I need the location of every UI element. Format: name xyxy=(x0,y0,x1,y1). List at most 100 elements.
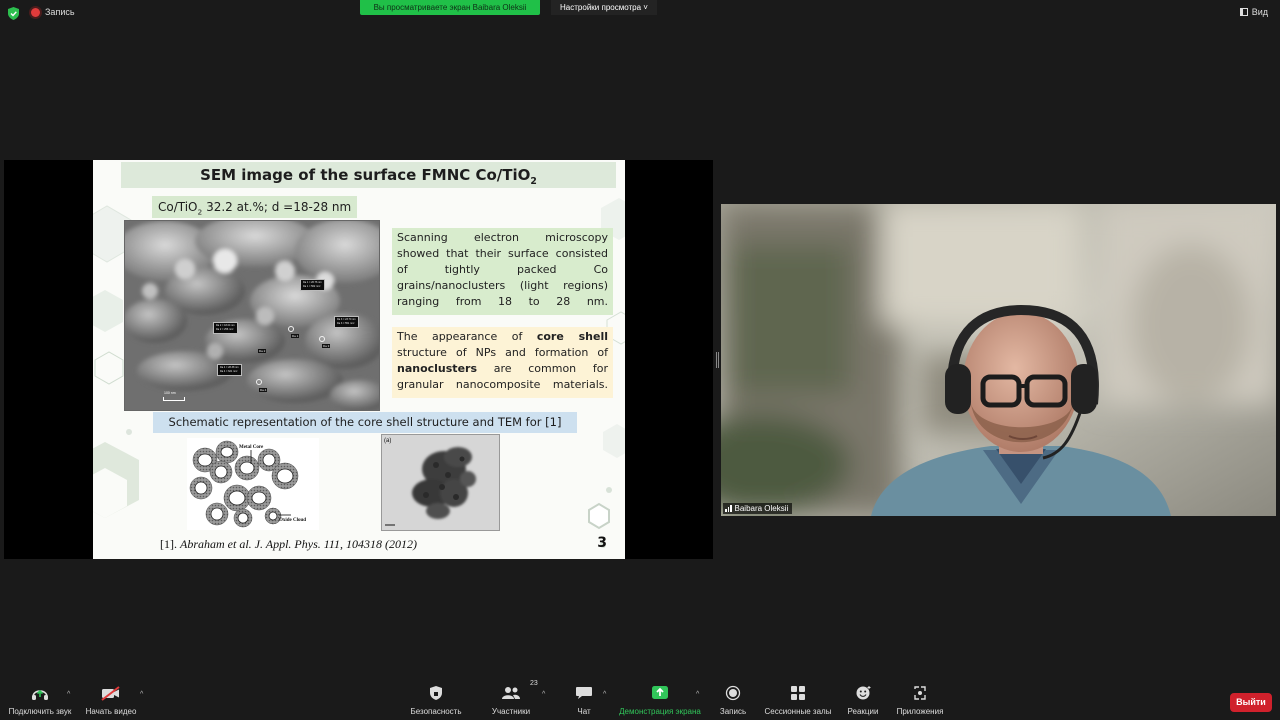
core-shell-text-a: The appearance of xyxy=(397,330,537,343)
security-label: Безопасность xyxy=(410,707,462,716)
participants-label: Участники xyxy=(491,707,531,716)
sem-marker-label: Da 4 xyxy=(259,388,268,392)
sem-tag-line: Da 4 = 621 nm² xyxy=(220,370,238,373)
view-settings-button[interactable]: Настройки просмотра ˅ xyxy=(551,0,657,15)
record-indicator[interactable]: Запись xyxy=(45,7,75,17)
sem-tag-line: Da 1 = 562 nm² xyxy=(303,285,321,288)
security-shield-icon xyxy=(430,686,442,700)
record-label: Запись xyxy=(719,707,747,716)
composition-text-b: 32.2 at.%; d =18-28 nm xyxy=(202,200,352,214)
record-icon xyxy=(725,685,741,701)
leave-meeting-button[interactable]: Выйти xyxy=(1230,693,1272,712)
chevron-down-icon: ˅ xyxy=(643,3,648,12)
participant-name: Baibara Oleksii xyxy=(734,504,789,513)
record-button[interactable]: Запись xyxy=(718,685,748,716)
sem-micrograph: Da 1 = 26.76 nm Da 1 = 562 nm² Da 2 = 18… xyxy=(124,220,380,411)
core-shell-description-box: The appearance of core shell structure o… xyxy=(392,327,613,398)
metal-core-label: Metal Core xyxy=(239,445,264,450)
sem-description-box: Scanning electron microscopy showed that… xyxy=(392,228,613,315)
slide-title-text: SEM image of the surface FMNC Co/TiO xyxy=(200,166,531,184)
participant-video-tile[interactable]: Baibara Oleksii xyxy=(721,204,1276,516)
sem-scale-bar xyxy=(163,397,185,401)
participant-video-feed xyxy=(721,204,1276,516)
video-off-icon xyxy=(101,686,120,701)
apps-button[interactable]: Приложения xyxy=(894,685,946,716)
headphones-icon xyxy=(32,689,48,700)
composition-text-a: Co/TiO xyxy=(158,200,198,214)
oxide-cloud-label: Oxide Cloud xyxy=(279,518,306,523)
top-bar: Запись Вы просматриваете экран Baibara O… xyxy=(0,0,1280,26)
security-button[interactable]: Безопасность xyxy=(408,685,464,716)
tem-panel-label: (a) xyxy=(384,438,391,444)
core-shell-schematic: Metal Core Oxide Cloud xyxy=(187,438,319,530)
share-options-caret-icon[interactable]: ^ xyxy=(696,691,699,698)
composition-label: Co/TiO2 32.2 at.%; d =18-28 nm xyxy=(152,196,358,218)
chat-options-caret-icon[interactable]: ^ xyxy=(603,691,606,698)
nanoclusters-bold: nanoclusters xyxy=(397,362,478,375)
presentation-slide: SEM image of the surface FMNC Co/TiO2 Co… xyxy=(93,160,625,559)
meeting-toolbar: Подключить звук ^ Начать видео ^ Безопас… xyxy=(0,680,1280,720)
participants-options-caret-icon[interactable]: ^ xyxy=(542,691,545,698)
slide-title: SEM image of the surface FMNC Co/TiO2 xyxy=(121,162,616,188)
audio-options-caret-icon[interactable]: ^ xyxy=(67,691,70,698)
sem-marker-ring xyxy=(256,379,262,385)
shield-icon[interactable] xyxy=(8,7,19,20)
sem-marker-ring xyxy=(288,326,294,332)
citation-text: Abraham et al. J. Appl. Phys. 111, 10431… xyxy=(180,537,417,551)
join-audio-button[interactable]: Подключить звук xyxy=(6,685,74,716)
share-screen-label: Демонстрация экрана xyxy=(619,707,701,716)
sem-measurement-tag: Da 2 = 18.04 nm Da 2 = 256 nm² xyxy=(213,322,238,334)
core-shell-text-c: structure of NPs and formation of xyxy=(397,346,608,359)
tem-texture: (a) xyxy=(382,435,499,530)
sem-measurement-tag: Da 3 = 23.70 nm Da 3 = 551 nm² xyxy=(334,316,359,328)
signal-strength-icon xyxy=(725,505,732,512)
start-video-button[interactable]: Начать видео xyxy=(84,685,138,716)
schematic-caption: Schematic representation of the core she… xyxy=(153,412,577,433)
participants-icon xyxy=(502,687,520,699)
sem-marker-label: Da 1 xyxy=(291,334,300,338)
core-shell-bold: core shell xyxy=(536,330,608,343)
apps-label: Приложения xyxy=(896,707,944,716)
citation: [1]. Abraham et al. J. Appl. Phys. 111, … xyxy=(160,537,417,552)
join-audio-label: Подключить звук xyxy=(8,707,72,716)
share-screen-button[interactable]: Демонстрация экрана xyxy=(617,685,703,716)
record-dot-icon xyxy=(31,8,40,17)
panel-splitter[interactable] xyxy=(716,352,719,368)
sem-marker-label: Da 2 xyxy=(258,349,267,353)
sharing-banner: Вы просматриваете экран Baibara Oleksii xyxy=(360,0,540,15)
sem-measurement-tag: Da 4 = 28.38 nm Da 4 = 621 nm² xyxy=(217,364,242,376)
sem-marker-ring xyxy=(319,336,325,342)
view-label: Вид xyxy=(1251,7,1268,17)
smiley-icon xyxy=(856,686,871,700)
citation-ref: [1]. xyxy=(160,537,180,551)
reactions-label: Реакции xyxy=(847,707,879,716)
chat-label: Чат xyxy=(577,707,591,716)
reactions-button[interactable]: Реакции xyxy=(846,685,880,716)
sem-tag-line: Da 3 = 551 nm² xyxy=(337,322,355,325)
sem-scale-label: 100 nm xyxy=(164,391,176,395)
tem-micrograph: (a) xyxy=(381,434,500,531)
share-screen-icon xyxy=(652,686,668,699)
shared-screen: SEM image of the surface FMNC Co/TiO2 Co… xyxy=(4,160,713,559)
core-shell-drawing: Metal Core Oxide Cloud xyxy=(189,440,306,528)
slide-page-number: 3 xyxy=(597,535,607,551)
slide-title-subscript: 2 xyxy=(530,176,537,187)
video-options-caret-icon[interactable]: ^ xyxy=(140,691,143,698)
sem-description-text: Scanning electron microscopy showed that… xyxy=(397,231,608,308)
layout-icon xyxy=(1239,8,1248,16)
participants-count: 23 xyxy=(530,680,538,687)
apps-icon xyxy=(914,686,926,700)
breakout-rooms-icon xyxy=(791,686,805,700)
participants-icon-wrap: 23 xyxy=(500,680,538,701)
sem-measurement-tag: Da 1 = 26.76 nm Da 1 = 562 nm² xyxy=(300,279,325,291)
view-settings-label: Настройки просмотра xyxy=(560,3,642,12)
breakout-rooms-label: Сессионные залы xyxy=(764,707,832,716)
sem-tag-line: Da 2 = 256 nm² xyxy=(216,328,234,331)
view-button[interactable]: Вид xyxy=(1239,7,1268,17)
sem-marker-label: Da 3 xyxy=(322,344,331,348)
start-video-label: Начать видео xyxy=(85,707,137,716)
chat-button[interactable]: Чат xyxy=(572,685,596,716)
participants-button[interactable]: 23 Участники xyxy=(488,680,538,716)
breakout-rooms-button[interactable]: Сессионные залы xyxy=(762,685,834,716)
participant-name-label: Baibara Oleksii xyxy=(723,503,793,514)
